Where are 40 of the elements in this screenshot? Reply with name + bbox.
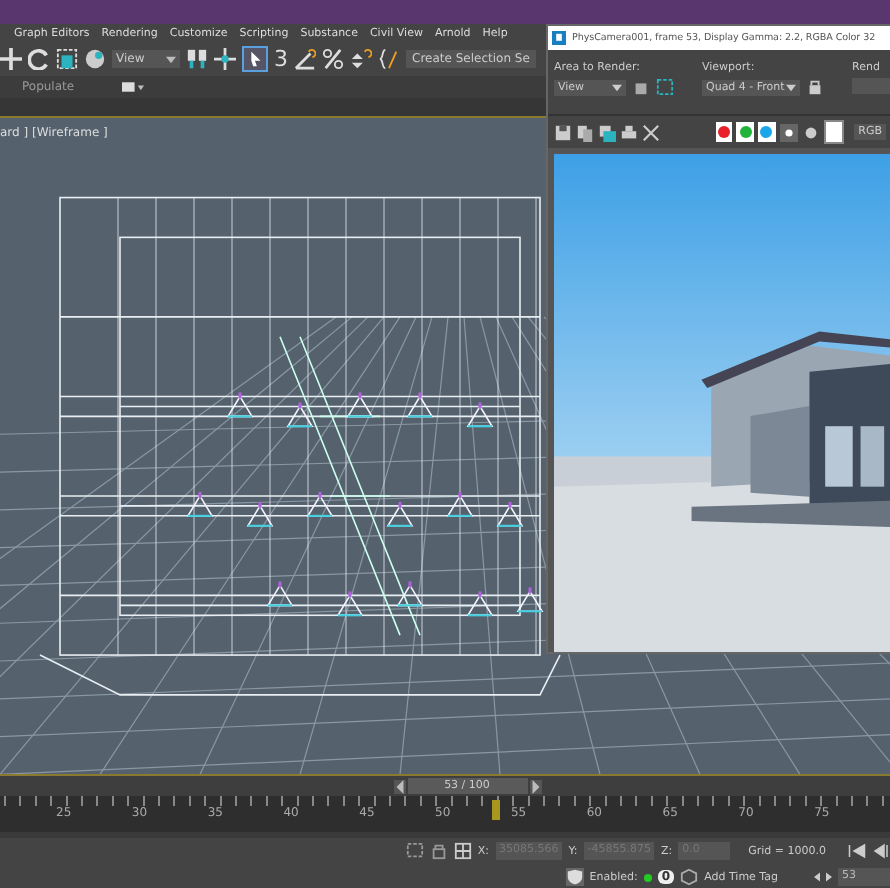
double-arrow-icon[interactable]	[814, 868, 832, 887]
display-icon[interactable]	[122, 81, 145, 92]
scale-icon[interactable]	[56, 48, 78, 71]
braces-icon[interactable]	[378, 48, 400, 71]
snap-toggle[interactable]: 3	[274, 47, 288, 72]
shield-icon[interactable]	[565, 868, 584, 887]
current-frame-marker[interactable]	[491, 800, 500, 821]
enabled-indicator[interactable]	[643, 873, 652, 882]
lock-icon[interactable]	[806, 78, 824, 96]
caret-icon	[612, 83, 622, 91]
selection-icon[interactable]	[405, 842, 424, 861]
region-icon[interactable]	[656, 78, 674, 96]
absolute-mode-icon[interactable]	[453, 842, 472, 861]
alpha-icon[interactable]	[779, 123, 798, 141]
select-move-icon[interactable]	[214, 48, 236, 71]
channel-toggle[interactable]	[736, 122, 755, 142]
spinner-snap-icon[interactable]	[350, 48, 372, 71]
angle-snap-icon[interactable]	[294, 48, 316, 71]
mono-icon[interactable]	[801, 123, 820, 141]
previous-frame-icon[interactable]	[393, 779, 405, 794]
sphere-icon[interactable]	[84, 48, 106, 71]
go-to-start-icon[interactable]	[848, 842, 866, 861]
channel-toggle[interactable]	[758, 122, 776, 142]
rotate-icon[interactable]	[28, 48, 50, 71]
move-icon[interactable]	[0, 48, 22, 71]
clone-icon[interactable]	[598, 123, 616, 141]
save-icon[interactable]	[554, 123, 572, 141]
pivot-icon[interactable]	[186, 48, 208, 71]
channel-toggle[interactable]	[715, 122, 733, 142]
caret-icon	[786, 83, 796, 91]
lock-icon[interactable]	[429, 842, 448, 861]
next-frame-icon[interactable]	[529, 779, 541, 794]
clear-icon[interactable]	[642, 123, 660, 141]
color-swatch[interactable]	[823, 120, 845, 144]
percent-icon[interactable]	[322, 48, 344, 71]
caret-icon	[166, 55, 176, 64]
copy-icon[interactable]	[576, 123, 594, 141]
cursor-icon[interactable]	[242, 46, 268, 73]
print-icon[interactable]	[620, 123, 638, 141]
previous-key-icon[interactable]	[872, 842, 890, 861]
